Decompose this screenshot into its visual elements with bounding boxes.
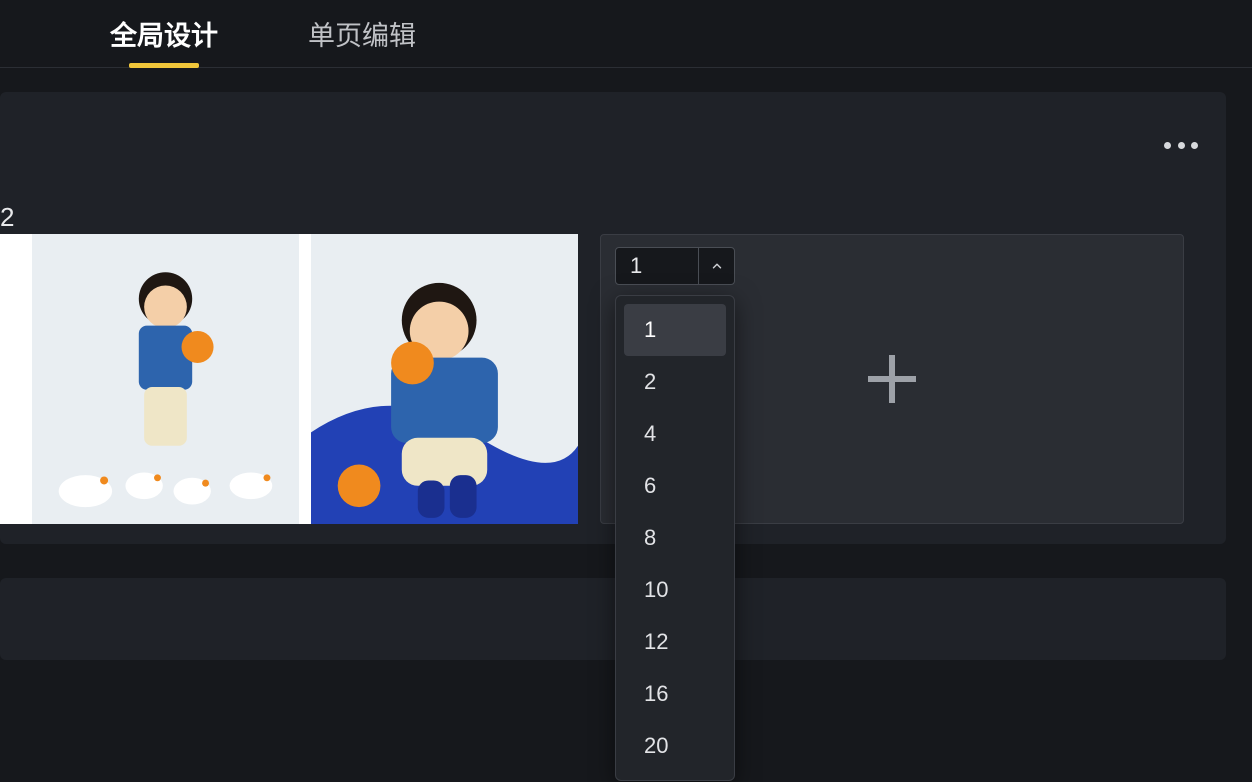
select-option[interactable]: 12 <box>624 616 726 668</box>
select-option[interactable]: 2 <box>624 356 726 408</box>
select-option[interactable]: 16 <box>624 668 726 720</box>
select-option[interactable]: 1 <box>624 304 726 356</box>
tab-label: 单页编辑 <box>308 14 416 53</box>
select-option[interactable]: 10 <box>624 564 726 616</box>
tab-bar: 全局设计 单页编辑 <box>0 0 1252 68</box>
add-spread-tile[interactable]: 1 1 2 4 6 8 10 12 16 20 <box>600 234 1184 524</box>
select-option[interactable]: 8 <box>624 512 726 564</box>
spread-preview[interactable] <box>0 234 578 524</box>
select-trigger[interactable]: 1 <box>615 247 735 285</box>
photo-thumbnail <box>32 234 299 524</box>
select-option[interactable]: 4 <box>624 408 726 460</box>
plus-icon <box>868 355 916 403</box>
section-header <box>0 92 1226 194</box>
select-option[interactable]: 20 <box>624 720 726 772</box>
chevron-up-icon <box>698 248 734 284</box>
spread-section: 2 <box>0 92 1226 544</box>
tab-label: 全局设计 <box>110 14 218 53</box>
select-option[interactable]: 6 <box>624 460 726 512</box>
page-number-label: 2 <box>0 202 14 233</box>
tab-global-design[interactable]: 全局设计 <box>110 0 218 68</box>
spread-row: 1 1 2 4 6 8 10 12 16 20 <box>0 234 1226 524</box>
select-menu: 1 2 4 6 8 10 12 16 20 <box>615 295 735 781</box>
tab-single-page-edit[interactable]: 单页编辑 <box>308 0 416 68</box>
photo-thumbnail <box>311 234 578 524</box>
page-count-select: 1 1 2 4 6 8 10 12 16 20 <box>615 247 735 285</box>
more-options-icon[interactable] <box>1164 132 1198 158</box>
select-value: 1 <box>616 253 698 279</box>
collapsed-section[interactable] <box>0 578 1226 660</box>
